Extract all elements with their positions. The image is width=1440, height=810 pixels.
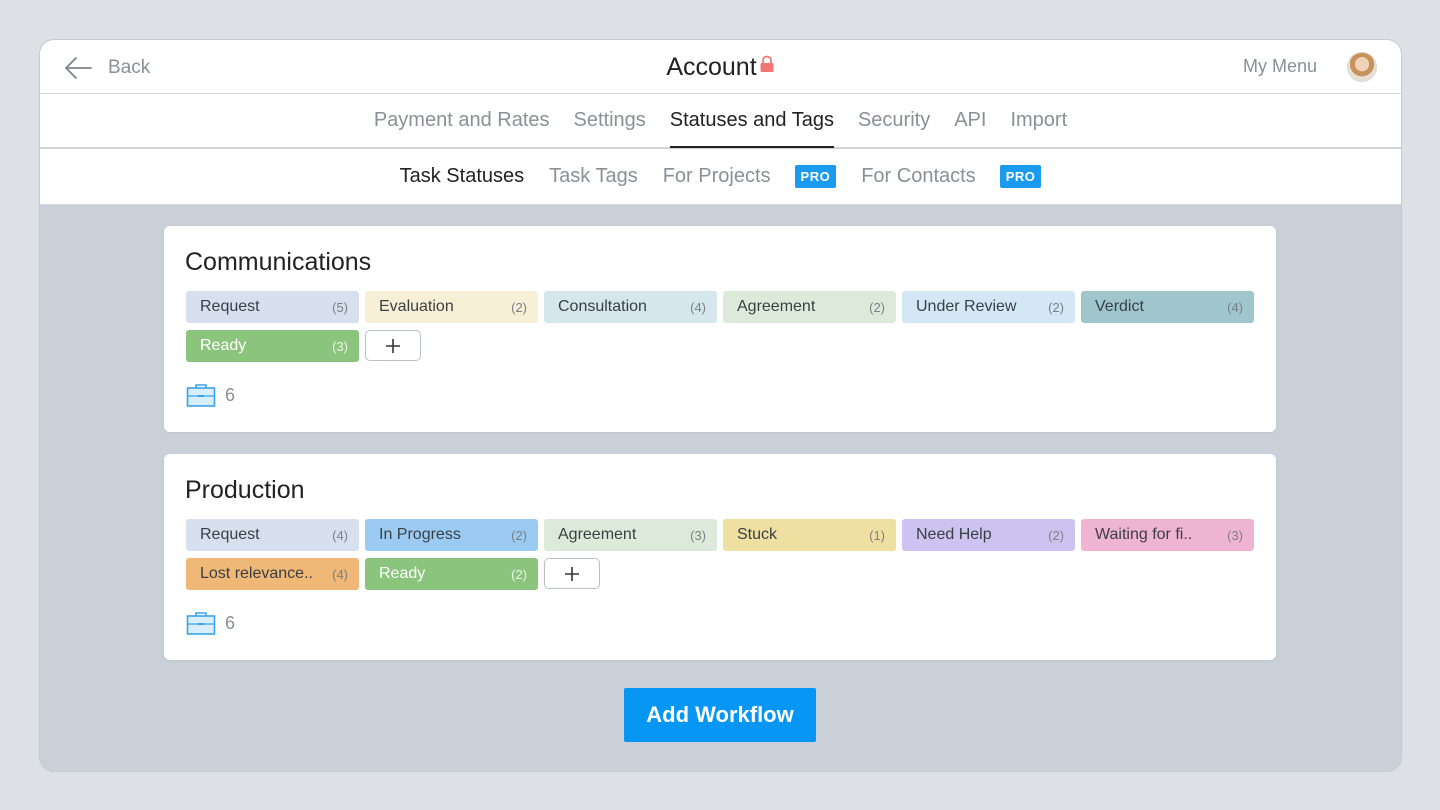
subtab-for-contacts[interactable]: For Contacts PRO xyxy=(849,165,1054,188)
status-label: Agreement xyxy=(737,298,816,315)
status-label: Consultation xyxy=(558,298,647,315)
status-count: (5) xyxy=(332,299,348,315)
subtab-task-statuses[interactable]: Task Statuses xyxy=(387,165,537,188)
status-label: Need Help xyxy=(916,526,992,543)
status-count: (3) xyxy=(332,338,348,354)
status-label: Verdict xyxy=(1095,298,1144,315)
status-chip[interactable]: Need Help (2) xyxy=(902,519,1075,551)
lock-icon xyxy=(759,51,775,80)
status-label: Ready xyxy=(379,565,426,582)
main-tabs: Payment and Rates Settings Statuses and … xyxy=(40,94,1401,148)
status-count: (3) xyxy=(690,527,706,543)
status-label: Stuck xyxy=(737,526,778,543)
plus-icon xyxy=(565,566,579,581)
briefcase-icon xyxy=(186,612,216,635)
sub-tabs: Task Statuses Task Tags For Projects PRO … xyxy=(40,149,1401,205)
status-count: (2) xyxy=(869,299,885,315)
my-menu-button[interactable]: My Menu xyxy=(1243,56,1317,77)
status-label: Evaluation xyxy=(379,298,454,315)
subtab-label: Task Statuses xyxy=(399,165,525,187)
subtab-task-tags[interactable]: Task Tags xyxy=(537,165,651,188)
status-chip[interactable]: Ready (3) xyxy=(186,330,359,362)
status-chip[interactable]: Ready (2) xyxy=(365,558,538,590)
project-count-value: 6 xyxy=(225,612,236,633)
tab-payment-and-rates[interactable]: Payment and Rates xyxy=(362,94,562,147)
tab-security[interactable]: Security xyxy=(846,94,942,147)
status-label: Lost relevance.. xyxy=(200,565,313,582)
status-chip[interactable]: Agreement (2) xyxy=(723,291,896,323)
workflow-card: Production Request (4) In Progress (2) Agr… xyxy=(164,454,1276,660)
status-label: Under Review xyxy=(916,298,1017,315)
status-chip[interactable]: Request (5) xyxy=(186,291,359,323)
app-window: Back Account My Menu Payment and Rates S… xyxy=(40,40,1401,771)
status-count: (4) xyxy=(1227,299,1243,315)
status-chip[interactable]: Verdict (4) xyxy=(1081,291,1254,323)
status-count: (2) xyxy=(511,299,527,315)
workflow-title[interactable]: Production xyxy=(185,476,305,505)
add-status-button[interactable] xyxy=(544,558,600,589)
pro-badge: PRO xyxy=(999,165,1042,188)
status-chip[interactable]: In Progress (2) xyxy=(365,519,538,551)
status-count: (4) xyxy=(332,566,348,582)
status-count: (4) xyxy=(690,299,706,315)
status-count: (2) xyxy=(1048,299,1064,315)
plus-icon xyxy=(386,338,400,353)
status-chip[interactable]: Request (4) xyxy=(186,519,359,551)
subtab-label: For Projects xyxy=(662,165,771,187)
status-list: Request (5) Evaluation (2) Consultation (4)… xyxy=(186,291,1257,362)
status-label: Waiting for fi.. xyxy=(1095,526,1193,543)
status-list: Request (4) In Progress (2) Agreement (3) S… xyxy=(186,519,1257,590)
subtab-for-projects[interactable]: For Projects PRO xyxy=(650,165,848,188)
project-count[interactable]: 6 xyxy=(186,610,235,636)
status-count: (4) xyxy=(332,527,348,543)
page-title: Account xyxy=(40,51,1401,82)
status-label: Ready xyxy=(200,337,247,354)
top-bar: Back Account My Menu xyxy=(40,40,1401,94)
briefcase-icon xyxy=(186,384,216,407)
status-chip[interactable]: Evaluation (2) xyxy=(365,291,538,323)
subtab-label: Task Tags xyxy=(549,165,638,187)
tab-import[interactable]: Import xyxy=(998,94,1079,147)
status-label: Request xyxy=(200,298,260,315)
status-count: (1) xyxy=(869,527,885,543)
status-count: (3) xyxy=(1227,527,1243,543)
avatar[interactable] xyxy=(1347,52,1377,82)
page-title-text: Account xyxy=(666,53,757,81)
add-status-button[interactable] xyxy=(365,330,421,361)
tab-settings[interactable]: Settings xyxy=(562,94,658,147)
status-chip[interactable]: Agreement (3) xyxy=(544,519,717,551)
status-count: (2) xyxy=(511,527,527,543)
tab-api[interactable]: API xyxy=(942,94,998,147)
subtab-label: For Contacts xyxy=(861,165,976,187)
add-workflow-button[interactable]: Add Workflow xyxy=(624,688,816,742)
project-count[interactable]: 6 xyxy=(186,382,235,408)
workflow-title[interactable]: Communications xyxy=(185,248,371,277)
status-chip[interactable]: Consultation (4) xyxy=(544,291,717,323)
status-chip[interactable]: Under Review (2) xyxy=(902,291,1075,323)
status-chip[interactable]: Waiting for fi.. (3) xyxy=(1081,519,1254,551)
pro-badge: PRO xyxy=(794,165,837,188)
status-chip[interactable]: Lost relevance.. (4) xyxy=(186,558,359,590)
status-count: (2) xyxy=(511,566,527,582)
status-chip[interactable]: Stuck (1) xyxy=(723,519,896,551)
status-label: Request xyxy=(200,526,260,543)
workflow-card: Communications Request (5) Evaluation (2) … xyxy=(164,226,1276,432)
status-count: (2) xyxy=(1048,527,1064,543)
status-label: In Progress xyxy=(379,526,461,543)
project-count-value: 6 xyxy=(225,384,236,405)
tab-statuses-and-tags[interactable]: Statuses and Tags xyxy=(658,94,846,148)
status-label: Agreement xyxy=(558,526,637,543)
